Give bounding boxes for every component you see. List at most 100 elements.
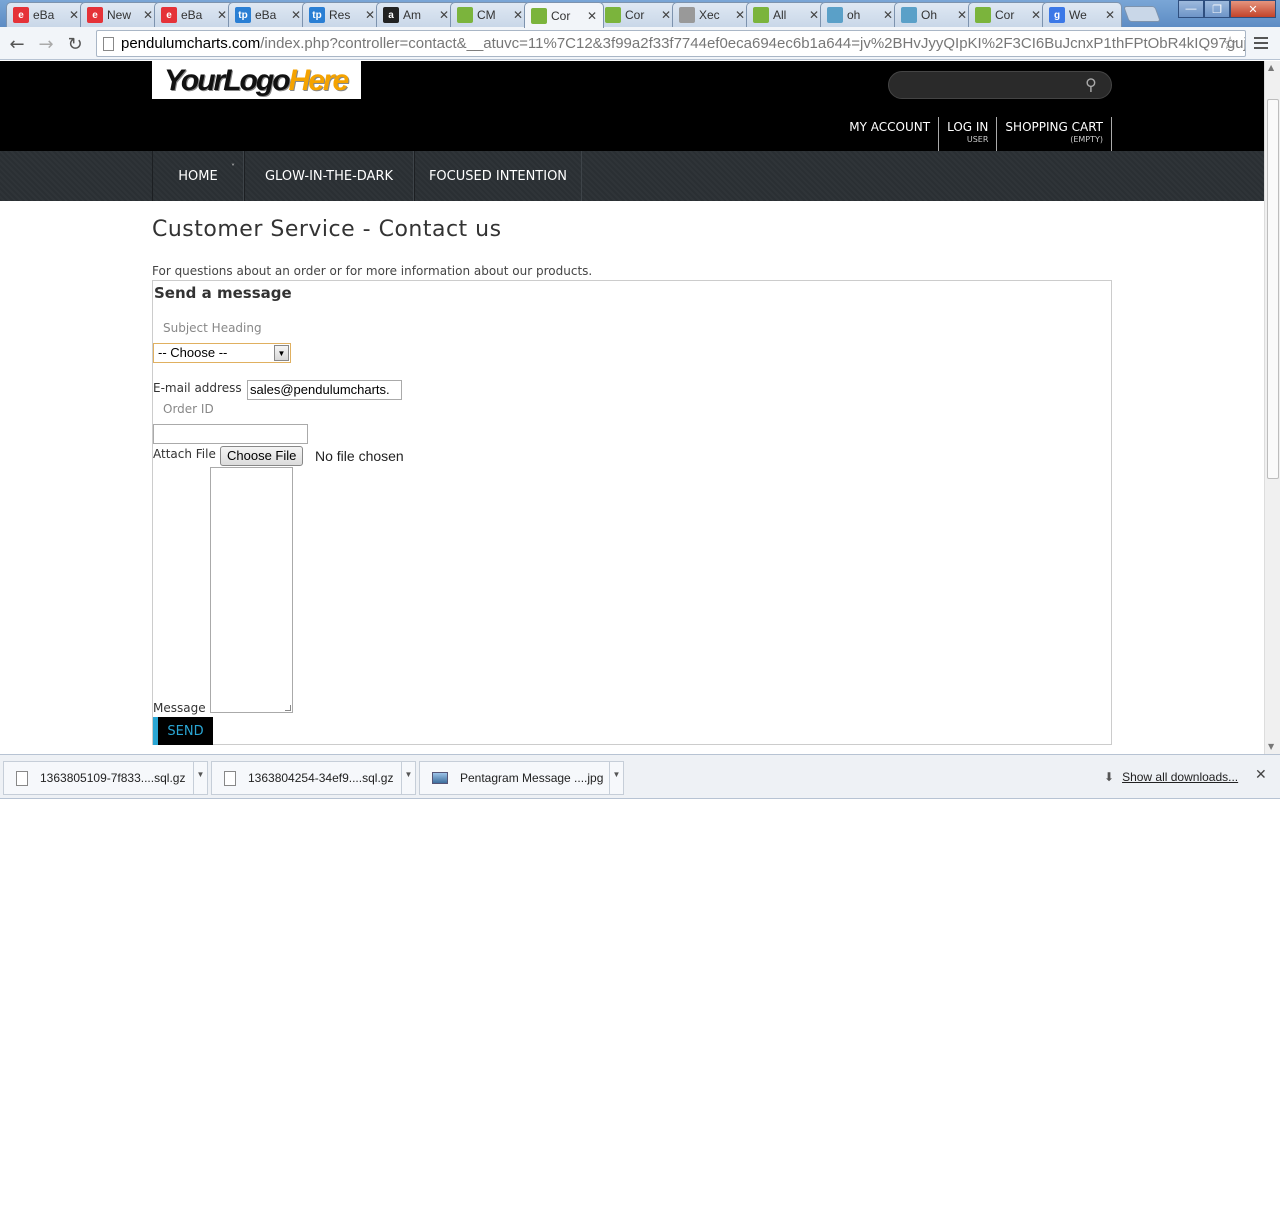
login-link[interactable]: LOG IN USER [939,117,998,151]
tab-title: New [107,8,132,22]
download-item[interactable]: 1363804254-34ef9....sql.gz ▼ [211,761,416,795]
browser-tab[interactable]: oh ✕ [820,2,900,27]
browser-tab[interactable]: All ✕ [746,2,826,27]
browser-tab[interactable]: Cor ✕ [968,2,1048,27]
close-tab-icon[interactable]: ✕ [733,8,747,22]
reload-button[interactable]: ↻ [64,33,86,55]
nav-item-glow[interactable]: GLOW-IN-THE-DARK [244,151,414,201]
close-window-button[interactable]: ✕ [1230,0,1276,18]
browser-toolbar: ← → ↻ pendulumcharts.com/index.php?contr… [0,27,1280,60]
minimize-button[interactable]: — [1178,0,1204,18]
close-tab-icon[interactable]: ✕ [955,8,969,22]
chevron-down-icon[interactable]: ▼ [193,761,207,795]
browser-tab[interactable]: CM ✕ [450,2,530,27]
browser-tab[interactable]: tp eBa ✕ [228,2,308,27]
tp-icon: tp [235,7,251,23]
search-icon[interactable]: ⚲ [1085,75,1097,94]
logo-text-highlight: Here [288,64,350,97]
close-tab-icon[interactable]: ✕ [511,8,525,22]
main-nav: HOME ˅ GLOW-IN-THE-DARK FOCUSED INTENTIO… [0,151,1264,201]
ebay-icon: e [87,7,103,23]
subject-select[interactable]: -- Choose -- ▼ [153,343,291,363]
download-name: 1363805109-7f833....sql.gz [40,771,186,785]
back-button[interactable]: ← [6,33,28,55]
browser-tab[interactable]: a Am ✕ [376,2,456,27]
chevron-down-icon[interactable]: ▼ [274,345,289,361]
nav-item-home[interactable]: HOME ˅ [152,151,244,201]
show-all-downloads-link[interactable]: ⬇ Show all downloads... [1104,770,1238,784]
browser-tab[interactable]: e New ✕ [80,2,160,27]
close-tab-icon[interactable]: ✕ [881,8,895,22]
download-item[interactable]: Pentagram Message ....jpg ▼ [419,761,624,795]
close-tab-icon[interactable]: ✕ [585,9,599,23]
site-search-input[interactable]: ⚲ [888,71,1112,99]
forward-button[interactable]: → [35,33,57,55]
close-tab-icon[interactable]: ✕ [363,8,377,22]
download-name: Pentagram Message ....jpg [460,771,604,785]
nav-item-focused[interactable]: FOCUSED INTENTION [414,151,582,201]
google-icon: g [1049,7,1065,23]
scroll-up-icon[interactable]: ▲ [1268,63,1274,72]
chrome-menu-icon[interactable] [1254,37,1268,52]
close-tab-icon[interactable]: ✕ [215,8,229,22]
browser-tab[interactable]: g We ✕ [1042,2,1122,27]
shopping-cart-link[interactable]: SHOPPING CART (EMPTY) [997,117,1112,151]
send-button[interactable]: SEND [153,717,213,745]
browser-tab[interactable]: e eBa ✕ [154,2,234,27]
message-textarea[interactable] [210,467,293,713]
close-tab-icon[interactable]: ✕ [437,8,451,22]
chevron-down-icon[interactable]: ▼ [401,761,415,795]
window-controls: — ❐ ✕ [1178,0,1276,18]
my-account-link[interactable]: MY ACCOUNT [841,117,940,151]
tab-title: We [1069,8,1087,22]
address-bar[interactable]: pendulumcharts.com/index.php?controller=… [96,30,1246,57]
tab-title: CM [477,8,496,22]
nav-glow-label: GLOW-IN-THE-DARK [264,168,393,184]
tab-title: Cor [995,8,1015,22]
browser-tab[interactable]: Cor ✕ [524,2,604,28]
url-path: /index.php?controller=contact&__atuvc=11… [260,35,1246,52]
maximize-button[interactable]: ❐ [1204,0,1230,18]
choose-file-button[interactable]: Choose File [220,446,304,466]
download-item[interactable]: 1363805109-7f833....sql.gz ▼ [3,761,208,795]
resize-grip-icon[interactable] [285,705,291,711]
browser-tab[interactable]: tp Res ✕ [302,2,382,27]
tab-title: Cor [625,8,645,22]
close-tab-icon[interactable]: ✕ [141,8,155,22]
file-icon [16,770,28,786]
close-tab-icon[interactable]: ✕ [659,8,673,22]
vertical-scrollbar[interactable]: ▲ ▼ [1264,61,1280,754]
close-tab-icon[interactable]: ✕ [289,8,303,22]
tab-title: Res [329,8,351,22]
page-title: Customer Service - Contact us [152,217,502,242]
user-links: MY ACCOUNT LOG IN USER SHOPPING CART (EM… [841,117,1112,151]
close-tab-icon[interactable]: ✕ [1029,8,1043,22]
nav-focused-label: FOCUSED INTENTION [428,168,568,184]
email-field[interactable]: sales@pendulumcharts. [247,380,402,400]
scroll-down-icon[interactable]: ▼ [1268,742,1274,751]
browser-tab[interactable]: Oh ✕ [894,2,974,27]
tab-title: eBa [181,8,203,22]
browser-tab[interactable]: Xec ✕ [672,2,752,27]
close-tab-icon[interactable]: ✕ [807,8,821,22]
site-logo[interactable]: YourLogoHere [152,61,361,99]
chevron-down-icon[interactable]: ▼ [609,761,623,795]
attach-label: Attach File [153,447,216,461]
bookmark-star-icon[interactable]: ☆ [1222,33,1238,54]
close-tab-icon[interactable]: ✕ [1103,8,1117,22]
prestashop-icon [753,7,769,23]
download-arrow-icon: ⬇ [1104,770,1115,784]
browser-tab[interactable]: Cor ✕ [598,2,678,27]
tab-title: oh [847,8,861,22]
close-icon[interactable]: ✕ [1255,767,1267,783]
nav-home-label: HOME [178,168,218,184]
browser-tab[interactable]: e eBa ✕ [6,2,86,27]
amazon-icon: a [383,7,399,23]
form-heading: Send a message [154,284,292,302]
scrollbar-thumb[interactable] [1267,99,1279,479]
prestashop-icon [975,7,991,23]
tab-title: Xec [699,8,720,22]
order-id-field[interactable] [153,424,308,444]
close-tab-icon[interactable]: ✕ [67,8,81,22]
new-tab-button[interactable] [1123,6,1161,22]
